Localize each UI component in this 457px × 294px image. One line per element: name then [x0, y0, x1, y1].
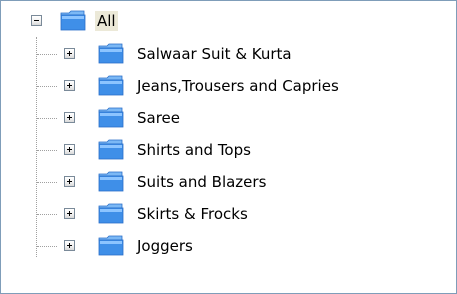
expand-toggle[interactable]: [64, 240, 75, 251]
tree-node-jeans-trousers-capries[interactable]: Jeans,Trousers and Capries: [1, 70, 451, 100]
tree-node-suits-and-blazers[interactable]: Suits and Blazers: [1, 166, 351, 196]
tree-connector-branch: [37, 54, 57, 55]
tree-node-salwaar-suit-kurta[interactable]: Salwaar Suit & Kurta: [1, 38, 421, 68]
tree-node-label[interactable]: All: [95, 11, 118, 31]
tree-connector-branch: [37, 182, 57, 183]
tree-node-shirts-and-tops[interactable]: Shirts and Tops: [1, 134, 351, 164]
expand-toggle[interactable]: [64, 80, 75, 91]
tree-node-label[interactable]: Skirts & Frocks: [135, 204, 250, 224]
tree-node-label[interactable]: Shirts and Tops: [135, 140, 253, 160]
tree-node-saree[interactable]: Saree: [1, 102, 301, 132]
folder-icon: [98, 43, 124, 64]
tree-node-label[interactable]: Suits and Blazers: [135, 172, 268, 192]
folder-icon: [60, 10, 86, 31]
expand-toggle[interactable]: [64, 208, 75, 219]
expand-toggle[interactable]: [64, 112, 75, 123]
expand-toggle[interactable]: [64, 176, 75, 187]
tree-connector-branch: [37, 86, 57, 87]
tree-connector-branch: [37, 150, 57, 151]
minus-icon: [34, 20, 39, 21]
tree-node-skirts-frocks[interactable]: Skirts & Frocks: [1, 198, 351, 228]
tree-node-all[interactable]: All: [1, 5, 201, 35]
folder-icon: [98, 235, 124, 256]
folder-icon: [98, 139, 124, 160]
folder-icon: [98, 107, 124, 128]
tree-connector-branch: [37, 214, 57, 215]
folder-icon: [98, 203, 124, 224]
tree-connector-branch: [37, 118, 57, 119]
category-tree[interactable]: All Salwaar Suit & Kurta Jeans,Trousers …: [0, 0, 457, 294]
folder-icon: [98, 75, 124, 96]
tree-node-label[interactable]: Joggers: [135, 236, 195, 256]
collapse-toggle[interactable]: [31, 15, 42, 26]
expand-toggle[interactable]: [64, 144, 75, 155]
tree-node-label[interactable]: Salwaar Suit & Kurta: [135, 44, 294, 64]
tree-connector-branch: [37, 246, 57, 247]
expand-toggle[interactable]: [64, 48, 75, 59]
tree-node-label[interactable]: Jeans,Trousers and Capries: [135, 76, 341, 96]
tree-node-label[interactable]: Saree: [135, 108, 182, 128]
tree-node-joggers[interactable]: Joggers: [1, 230, 301, 260]
folder-icon: [98, 171, 124, 192]
